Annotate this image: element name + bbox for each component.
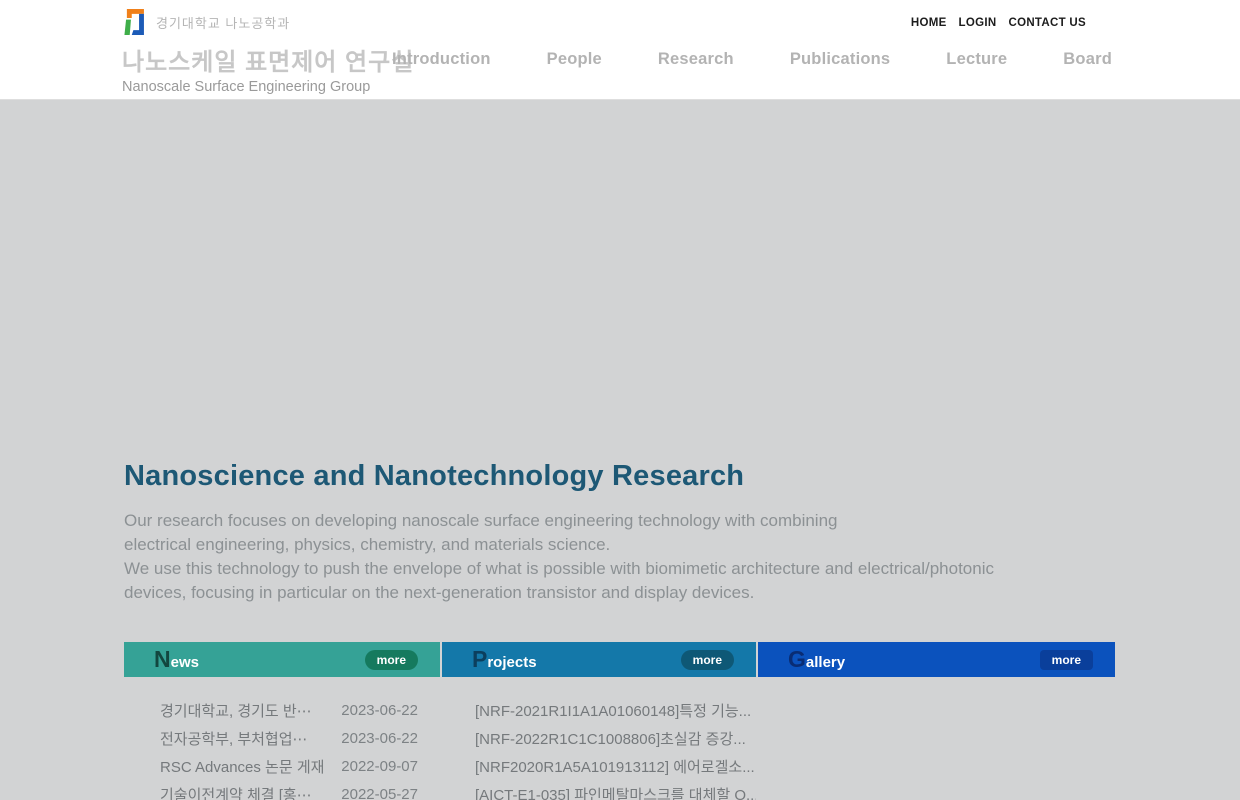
main-nav: Introduction People Research Publication… [392, 50, 1112, 69]
utility-nav: HOME LOGIN CONTACT US [911, 17, 1086, 29]
news-list-item[interactable]: 기술이전계약 체결 [홍⋯ 2022-05-27 [124, 780, 440, 800]
gallery-header-bar: Gallery more [758, 642, 1115, 677]
logo-bracket-icon [122, 6, 148, 38]
news-title-rest: ews [171, 655, 199, 670]
gallery-initial: G [788, 648, 806, 671]
home-boards: News more 경기대학교, 경기도 반⋯ 2023-06-22 전자공학부… [124, 642, 1116, 800]
projects-title-rest: rojects [487, 655, 536, 670]
nav-item-board[interactable]: Board [1063, 50, 1112, 69]
news-list-item[interactable]: RSC Advances 논문 게재 2022-09-07 [124, 752, 440, 780]
projects-item-title: [NRF-2022R1C1C1008806]초실감 증강... [442, 728, 756, 749]
news-item-title: RSC Advances 논문 게재 [124, 756, 341, 777]
news-initial: N [154, 648, 171, 671]
projects-initial: P [472, 648, 487, 671]
gallery-column: Gallery more [758, 642, 1115, 800]
nav-item-research[interactable]: Research [658, 50, 734, 69]
news-header-bar: News more [124, 642, 440, 677]
hero-line-1: Our research focuses on developing nanos… [124, 511, 838, 530]
logo-title-english: Nanoscale Surface Engineering Group [122, 79, 414, 95]
news-item-title: 전자공학부, 부처협업⋯ [124, 728, 341, 749]
hero-line-4: devices, focusing in particular on the n… [124, 583, 754, 602]
projects-item-title: [NRF2020R1A5A101913112] 에어로겔소... [442, 756, 756, 777]
utility-login-link[interactable]: LOGIN [959, 17, 997, 29]
hero-title: Nanoscience and Nanotechnology Research [124, 460, 1116, 493]
news-item-date: 2022-09-07 [341, 758, 440, 775]
utility-contact-link[interactable]: CONTACT US [1008, 17, 1086, 29]
news-item-title: 경기대학교, 경기도 반⋯ [124, 700, 341, 721]
nav-item-introduction[interactable]: Introduction [392, 50, 491, 69]
hero-section: Nanoscience and Nanotechnology Research … [124, 100, 1116, 605]
hero-description: Our research focuses on developing nanos… [124, 509, 1116, 605]
gallery-title-rest: allery [806, 655, 845, 670]
nav-item-lecture[interactable]: Lecture [946, 50, 1007, 69]
projects-more-button[interactable]: more [681, 650, 734, 670]
utility-home-link[interactable]: HOME [911, 17, 947, 29]
projects-column: Projects more [NRF-2021R1I1A1A01060148]특… [442, 642, 756, 800]
news-list-item[interactable]: 경기대학교, 경기도 반⋯ 2023-06-22 [124, 696, 440, 724]
news-column: News more 경기대학교, 경기도 반⋯ 2023-06-22 전자공학부… [124, 642, 440, 800]
main-content: Nanoscience and Nanotechnology Research … [124, 100, 1116, 800]
news-more-button[interactable]: more [365, 650, 418, 670]
hero-line-3: We use this technology to push the envel… [124, 559, 994, 578]
news-list-item[interactable]: 전자공학부, 부처협업⋯ 2023-06-22 [124, 724, 440, 752]
news-item-title: 기술이전계약 체결 [홍⋯ [124, 784, 341, 800]
news-list: 경기대학교, 경기도 반⋯ 2023-06-22 전자공학부, 부처협업⋯ 20… [124, 677, 440, 800]
news-title[interactable]: News [154, 648, 199, 671]
projects-list-item[interactable]: [NRF-2021R1I1A1A01060148]특정 기능... [442, 696, 756, 724]
gallery-empty-area [758, 677, 1115, 696]
nav-item-people[interactable]: People [547, 50, 602, 69]
gallery-title[interactable]: Gallery [788, 648, 845, 671]
news-item-date: 2023-06-22 [341, 702, 440, 719]
site-logo[interactable]: 경기대학교 나노공학과 나노스케일 표면제어 연구실 Nanoscale Sur… [122, 6, 414, 95]
logo-dept-text: 경기대학교 나노공학과 [156, 13, 290, 32]
gallery-more-button[interactable]: more [1040, 650, 1093, 670]
projects-title[interactable]: Projects [472, 648, 537, 671]
projects-list-item[interactable]: [NRF2020R1A5A101913112] 에어로겔소... [442, 752, 756, 780]
projects-list-item[interactable]: [NRF-2022R1C1C1008806]초실감 증강... [442, 724, 756, 752]
hero-line-2: electrical engineering, physics, chemist… [124, 535, 610, 554]
site-header: 경기대학교 나노공학과 나노스케일 표면제어 연구실 Nanoscale Sur… [0, 0, 1240, 100]
projects-list: [NRF-2021R1I1A1A01060148]특정 기능... [NRF-2… [442, 677, 756, 800]
projects-item-title: [AICT-E1-035] 파인메탈마스크를 대체할 O... [442, 784, 756, 800]
news-item-date: 2023-06-22 [341, 730, 440, 747]
projects-list-item[interactable]: [AICT-E1-035] 파인메탈마스크를 대체할 O... [442, 780, 756, 800]
logo-title-korean: 나노스케일 표면제어 연구실 [122, 42, 414, 77]
page: 경기대학교 나노공학과 나노스케일 표면제어 연구실 Nanoscale Sur… [0, 0, 1240, 800]
projects-item-title: [NRF-2021R1I1A1A01060148]특정 기능... [442, 700, 756, 721]
projects-header-bar: Projects more [442, 642, 756, 677]
nav-item-publications[interactable]: Publications [790, 50, 891, 69]
news-item-date: 2022-05-27 [341, 786, 440, 800]
